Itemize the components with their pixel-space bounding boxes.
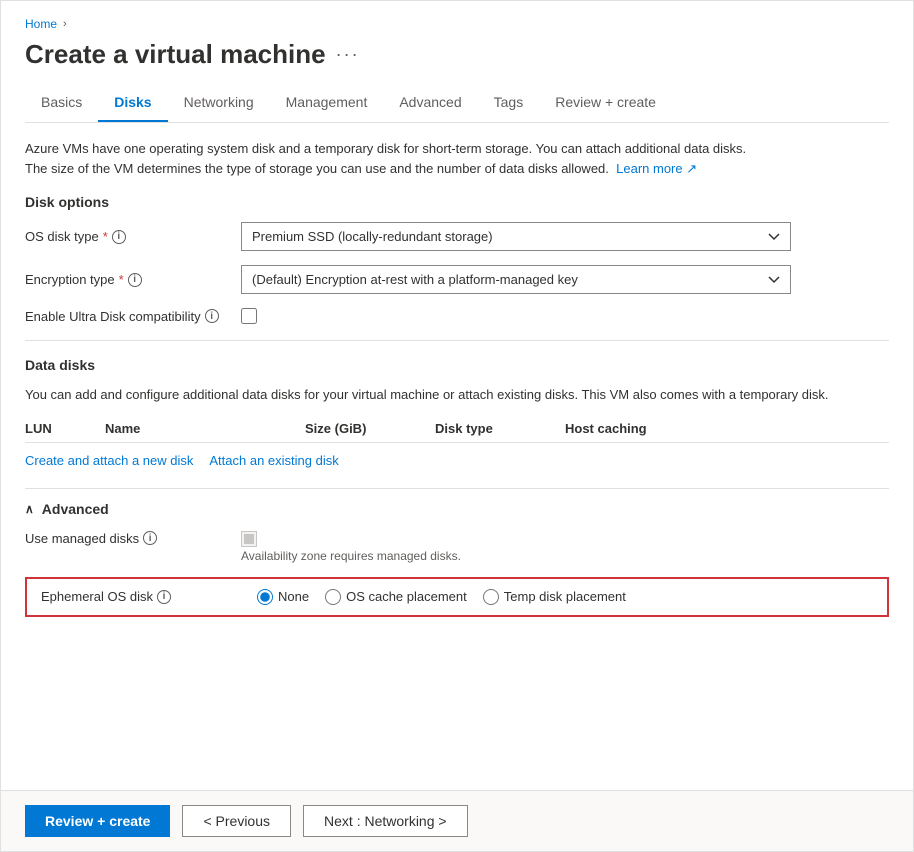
encryption-type-required: * [119, 272, 124, 287]
tab-disks[interactable]: Disks [98, 86, 167, 122]
ephemeral-radio-temp-disk[interactable] [483, 589, 499, 605]
col-header-size: Size (GiB) [305, 421, 435, 436]
encryption-type-label: Encryption type [25, 272, 115, 287]
page-description: Azure VMs have one operating system disk… [25, 139, 889, 178]
ephemeral-radio-os-cache[interactable] [325, 589, 341, 605]
tab-basics[interactable]: Basics [25, 86, 98, 122]
advanced-section: ∧ Advanced Use managed disks i Availabil… [25, 488, 889, 617]
encryption-type-info-icon[interactable]: i [128, 273, 142, 287]
os-disk-type-select[interactable]: Premium SSD (locally-redundant storage) … [241, 222, 791, 251]
ephemeral-option-temp-disk-label: Temp disk placement [504, 589, 626, 604]
review-create-button[interactable]: Review + create [25, 805, 170, 837]
ephemeral-os-disk-row: Ephemeral OS disk i None OS cache placem… [25, 577, 889, 617]
ephemeral-os-disk-info-icon[interactable]: i [157, 590, 171, 604]
os-disk-type-required: * [103, 229, 108, 244]
ephemeral-radio-none[interactable] [257, 589, 273, 605]
col-header-lun: LUN [25, 421, 105, 436]
tab-tags[interactable]: Tags [478, 86, 540, 122]
ephemeral-option-temp-disk[interactable]: Temp disk placement [483, 589, 626, 605]
advanced-section-header[interactable]: ∧ Advanced [25, 501, 889, 517]
attach-existing-disk-button[interactable]: Attach an existing disk [209, 453, 338, 468]
ephemeral-option-os-cache-label: OS cache placement [346, 589, 467, 604]
breadcrumb-home[interactable]: Home [25, 17, 57, 31]
tab-bar: Basics Disks Networking Management Advan… [25, 86, 889, 123]
breadcrumb-separator: › [63, 18, 67, 30]
os-disk-type-row: OS disk type * i Premium SSD (locally-re… [25, 222, 889, 251]
data-disks-header: Data disks [25, 357, 889, 373]
tab-networking[interactable]: Networking [168, 86, 270, 122]
managed-disks-label: Use managed disks [25, 531, 139, 546]
more-options-icon[interactable]: ··· [336, 44, 360, 65]
next-networking-button[interactable]: Next : Networking > [303, 805, 468, 837]
page-title: Create a virtual machine [25, 39, 326, 70]
ephemeral-option-os-cache[interactable]: OS cache placement [325, 589, 467, 605]
advanced-chevron-icon: ∧ [25, 502, 34, 516]
disk-actions: Create and attach a new disk Attach an e… [25, 453, 889, 468]
os-disk-type-info-icon[interactable]: i [112, 230, 126, 244]
os-disk-type-label: OS disk type [25, 229, 99, 244]
disk-options-header: Disk options [25, 194, 889, 210]
breadcrumb: Home › [25, 17, 889, 31]
managed-disks-note: Availability zone requires managed disks… [241, 549, 461, 563]
managed-disks-info-icon[interactable]: i [143, 531, 157, 545]
data-disks-table-header: LUN Name Size (GiB) Disk type Host cachi… [25, 421, 889, 443]
learn-more-link[interactable]: Learn more ↗ [616, 161, 697, 176]
col-header-disktype: Disk type [435, 421, 565, 436]
encryption-type-select[interactable]: (Default) Encryption at-rest with a plat… [241, 265, 791, 294]
advanced-section-label: Advanced [42, 501, 109, 517]
col-header-hostcaching: Host caching [565, 421, 889, 436]
managed-disks-checkbox [241, 531, 257, 547]
ultra-disk-label: Enable Ultra Disk compatibility [25, 309, 201, 324]
managed-disks-row: Use managed disks i Availability zone re… [25, 531, 889, 563]
tab-review-create[interactable]: Review + create [539, 86, 672, 122]
ultra-disk-info-icon[interactable]: i [205, 309, 219, 323]
tab-advanced[interactable]: Advanced [383, 86, 477, 122]
ultra-disk-checkbox[interactable] [241, 308, 257, 324]
ephemeral-os-disk-label: Ephemeral OS disk [41, 589, 153, 604]
footer: Review + create < Previous Next : Networ… [1, 790, 913, 851]
ephemeral-option-none-label: None [278, 589, 309, 604]
encryption-type-row: Encryption type * i (Default) Encryption… [25, 265, 889, 294]
create-attach-disk-button[interactable]: Create and attach a new disk [25, 453, 193, 468]
ephemeral-option-none[interactable]: None [257, 589, 309, 605]
data-disks-section: Data disks You can add and configure add… [25, 357, 889, 468]
tab-management[interactable]: Management [270, 86, 384, 122]
ephemeral-os-disk-radio-group: None OS cache placement Temp disk placem… [257, 589, 873, 605]
previous-button[interactable]: < Previous [182, 805, 291, 837]
data-disks-description: You can add and configure additional dat… [25, 385, 889, 405]
ultra-disk-row: Enable Ultra Disk compatibility i [25, 308, 889, 324]
col-header-name: Name [105, 421, 305, 436]
